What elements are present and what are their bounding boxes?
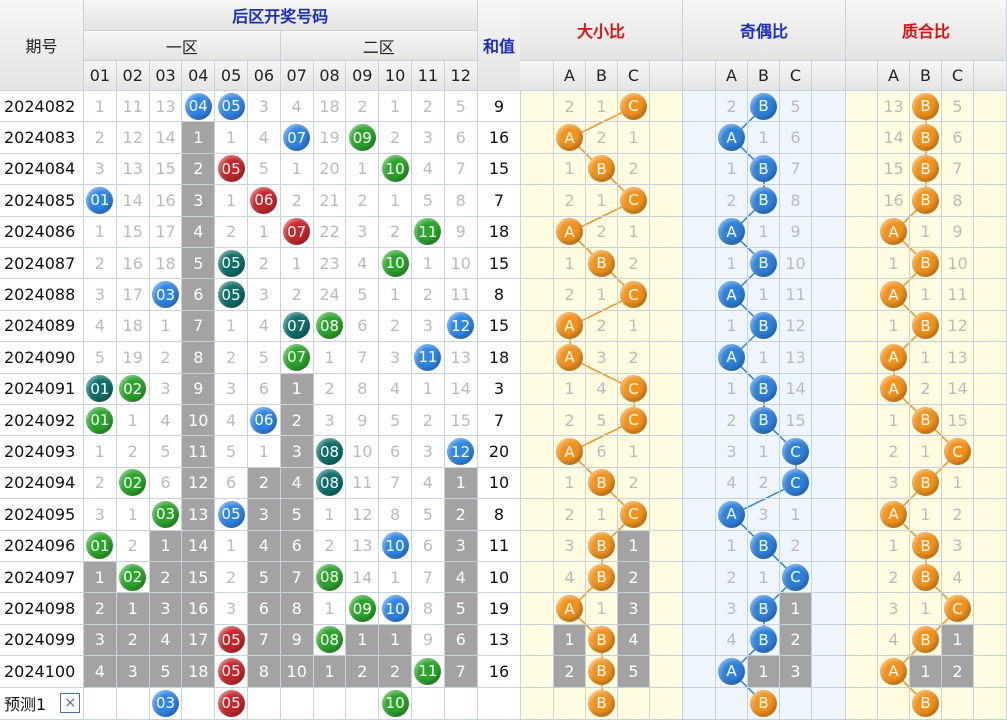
ratio-group-background [846,91,1007,720]
ratio-backgrounds [0,0,1007,720]
ratio-group-background [683,91,846,720]
ratio-group-background [520,91,683,720]
